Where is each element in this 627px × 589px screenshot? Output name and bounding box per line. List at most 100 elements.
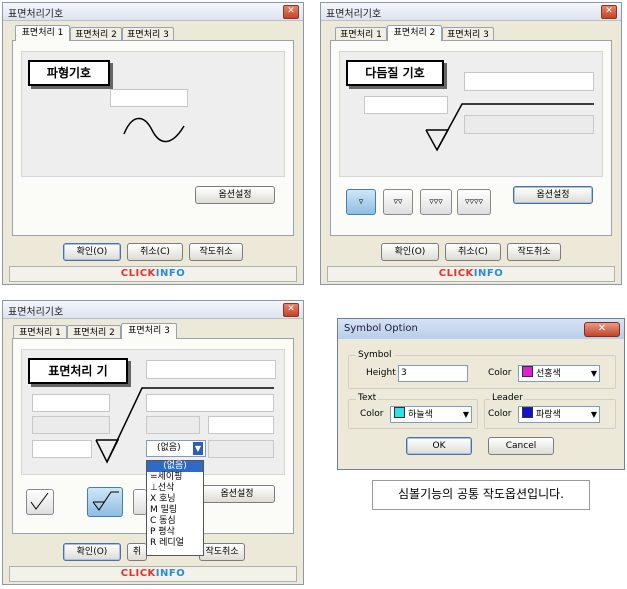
combo-value: (없음) <box>157 443 181 453</box>
preview-area: 다듬질 기호 <box>339 51 603 177</box>
window-title: 표면처리기호 <box>326 9 382 20</box>
leader-color-select[interactable]: 파랑색 ▼ <box>518 406 600 423</box>
window-title: 표면처리기호 <box>8 307 64 318</box>
option-settings-button[interactable]: 옵션설정 <box>513 186 593 204</box>
symbol-type-1-button[interactable] <box>26 489 54 515</box>
wave-symbol-icon <box>123 117 185 143</box>
brand-click: CLICK <box>120 268 156 279</box>
dropdown-option[interactable]: (없음) <box>147 461 203 472</box>
ok-button[interactable]: 확인(O) <box>381 243 439 261</box>
dropdown-option[interactable]: C 동심 <box>147 516 203 527</box>
cancel-button[interactable]: Cancel <box>488 437 554 455</box>
dropdown-option[interactable]: =세이핑 <box>147 472 203 483</box>
option-settings-button[interactable]: 옵션설정 <box>199 485 275 503</box>
finish-level-3-button[interactable]: ▿▿▿ <box>420 189 452 215</box>
check-root-bar-icon <box>92 491 119 511</box>
leader-color-label: Color <box>488 409 512 419</box>
tab-surface-1[interactable]: 표면처리 1 <box>15 25 70 41</box>
ok-button[interactable]: 확인(O) <box>63 543 121 561</box>
cancel-button[interactable]: 취 <box>127 543 147 561</box>
upper-value-input[interactable] <box>146 360 276 379</box>
tab-surface-2[interactable]: 표면처리 2 <box>387 25 442 41</box>
brand-info: INFO <box>155 568 186 579</box>
brand-click: CLICK <box>120 568 156 579</box>
text-group-label: Text <box>356 393 379 403</box>
tab-surface-2[interactable]: 표면처리 2 <box>67 325 121 339</box>
preview-area: 파형기호 <box>21 51 285 177</box>
tab-surface-3[interactable]: 표면처리 3 <box>121 323 177 339</box>
brand-footer: CLICKINFO <box>9 566 297 582</box>
tab-surface-1[interactable]: 표면처리 1 <box>335 27 387 41</box>
finish-level-1-button[interactable]: ▿ <box>346 189 376 215</box>
window-title: Symbol Option <box>344 323 418 334</box>
ok-button[interactable]: OK <box>406 437 472 455</box>
cancel-drawing-button[interactable]: 작도취소 <box>189 243 243 261</box>
close-button[interactable]: ✕ <box>584 322 620 337</box>
text-color-label: Color <box>360 409 384 419</box>
symbol-color-name: 선홍색 <box>536 369 561 379</box>
finish-level-4-button[interactable]: ▿▿▿▿ <box>457 189 491 215</box>
close-button[interactable]: ✕ <box>283 5 299 19</box>
title-bar[interactable]: 표면처리기호 ✕ <box>321 3 621 21</box>
symbol-group-label: Symbol <box>356 350 394 360</box>
symbol-color-select[interactable]: 선홍색 ▼ <box>518 365 600 382</box>
symbol-label: 파형기호 <box>28 60 110 86</box>
dropdown-option[interactable]: X 호닝 <box>147 494 203 505</box>
tab-surface-1[interactable]: 표면처리 1 <box>13 325 67 339</box>
left-lower-input[interactable] <box>32 440 92 458</box>
close-button[interactable]: ✕ <box>601 5 617 19</box>
cancel-drawing-button[interactable]: 작도취소 <box>507 243 561 261</box>
title-bar[interactable]: Symbol Option ✕ <box>338 319 624 339</box>
title-bar[interactable]: 표면처리기호 ✕ <box>3 3 303 21</box>
dialog-surface-symbol-1: 표면처리기호 ✕ 표면처리 1 표면처리 2 표면처리 3 파형기호 옵션설정 … <box>2 2 304 285</box>
close-button[interactable]: ✕ <box>283 303 299 317</box>
brand-info: INFO <box>473 268 504 279</box>
height-label: Height <box>366 368 396 378</box>
finish-level-2-button[interactable]: ▿▿ <box>383 189 413 215</box>
symbol-option-dialog: Symbol Option ✕ Symbol Height 3 Color 선홍… <box>337 318 625 470</box>
symbol-type-2-button[interactable] <box>87 487 123 517</box>
text-color-select[interactable]: 하늘색 ▼ <box>390 406 472 423</box>
chevron-down-icon[interactable]: ▼ <box>463 407 469 422</box>
value-input[interactable] <box>110 89 188 107</box>
preview-area: 표면처리 기 (없음) ▼ <box>21 349 285 475</box>
option-settings-button[interactable]: 옵션설정 <box>195 186 275 204</box>
chevron-down-icon[interactable]: ▼ <box>591 407 597 422</box>
tab-surface-3[interactable]: 표면처리 3 <box>442 27 494 41</box>
caption: 심볼기능의 공통 작도옵션입니다. <box>372 480 590 510</box>
chevron-down-icon[interactable]: ▼ <box>193 442 203 455</box>
cancel-button[interactable]: 취소(C) <box>445 243 501 261</box>
chevron-down-icon[interactable]: ▼ <box>591 366 597 381</box>
dropdown-option[interactable]: ⊥선삭 <box>147 483 203 494</box>
cancel-drawing-button[interactable]: 작도취소 <box>199 543 245 561</box>
dropdown-option[interactable]: M 밀링 <box>147 505 203 516</box>
check-root-icon <box>30 492 49 510</box>
brand-footer: CLICKINFO <box>9 266 297 282</box>
machining-method-select[interactable]: (없음) ▼ <box>146 440 206 457</box>
symbol-type-3-button[interactable] <box>133 489 147 515</box>
tab-surface-2[interactable]: 표면처리 2 <box>70 27 122 41</box>
dropdown-option[interactable]: R 레디얼 <box>147 538 203 549</box>
window-title: 표면처리기호 <box>8 9 64 20</box>
symbol-label: 다듬질 기호 <box>346 60 444 86</box>
upper-value-input[interactable] <box>464 72 594 91</box>
leader-color-name: 파랑색 <box>536 410 561 420</box>
title-bar[interactable]: 표면처리기호 ✕ <box>3 301 303 319</box>
cancel-button[interactable]: 취소(C) <box>127 243 183 261</box>
leader-group-label: Leader <box>490 393 525 403</box>
text-color-swatch <box>394 407 405 418</box>
dialog-surface-symbol-2: 표면처리기호 ✕ 표면처리 1 표면처리 2 표면처리 3 다듬질 기호 ▿ ▿… <box>320 2 622 285</box>
brand-click: CLICK <box>438 268 474 279</box>
brand-footer: CLICKINFO <box>327 266 615 282</box>
symbol-color-swatch <box>522 366 533 377</box>
ok-button[interactable]: 확인(O) <box>63 243 121 261</box>
dropdown-option[interactable]: P 평삭 <box>147 527 203 538</box>
dialog-surface-symbol-3: 표면처리기호 ✕ 표면처리 1 표면처리 2 표면처리 3 표면처리 기 (없음… <box>2 300 304 585</box>
finish-symbol-icon <box>425 103 594 152</box>
symbol-label: 표면처리 기 <box>28 358 128 384</box>
symbol-color-label: Color <box>488 368 512 378</box>
height-input[interactable]: 3 <box>398 365 468 382</box>
tab-surface-3[interactable]: 표면처리 3 <box>122 27 174 41</box>
leader-color-swatch <box>522 407 533 418</box>
machining-method-dropdown[interactable]: (없음) =세이핑 ⊥선삭 X 호닝 M 밀링 C 동심 P 평삭 R 레디얼 <box>146 460 204 556</box>
